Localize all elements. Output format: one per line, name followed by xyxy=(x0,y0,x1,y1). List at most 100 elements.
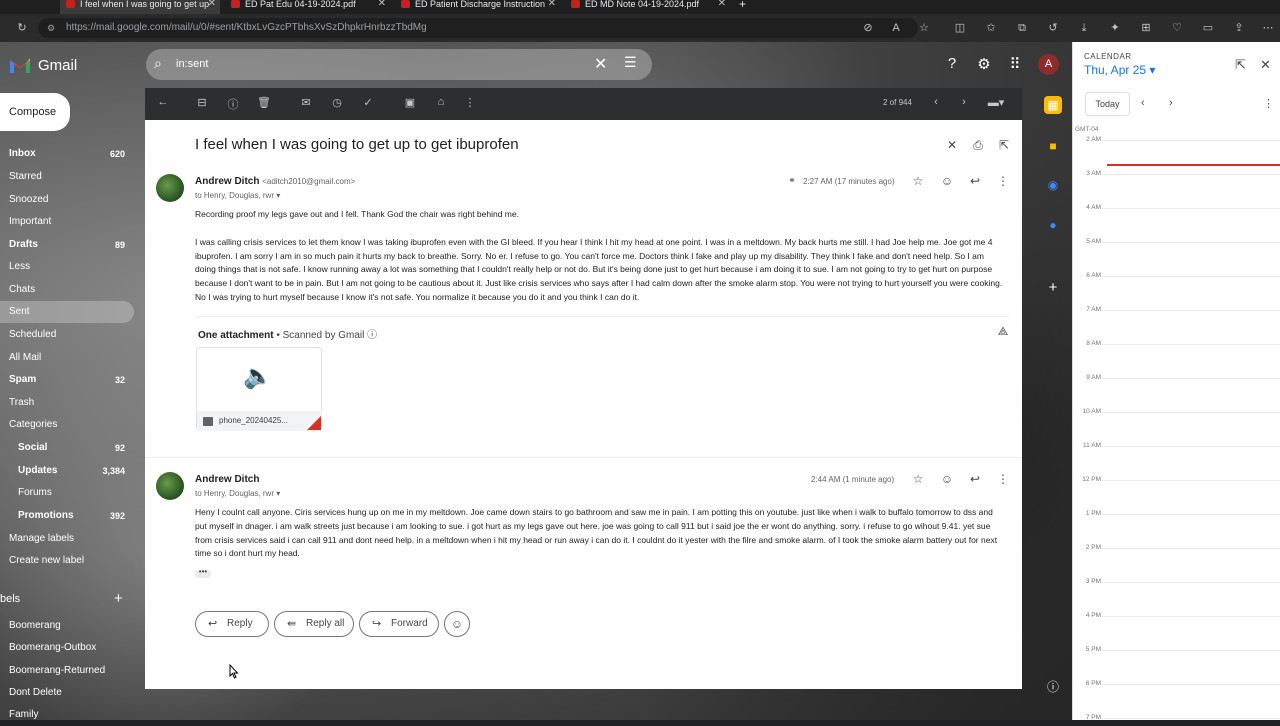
info-icon[interactable]: ⓘ xyxy=(367,330,377,341)
label-item[interactable]: Boomerang-Outbox xyxy=(0,637,134,659)
reply-button[interactable]: ↩ Reply xyxy=(195,611,269,637)
settings-gear-icon[interactable]: ⚙ xyxy=(975,55,993,73)
label-item[interactable]: Boomerang xyxy=(0,615,134,637)
archive-icon[interactable]: ⊟ xyxy=(195,96,209,109)
browser-tab[interactable]: ED MD Note 04-19-2024.pdf ✕ xyxy=(565,0,730,14)
report-spam-icon[interactable]: ⓘ xyxy=(226,96,240,112)
add-label-icon[interactable]: + xyxy=(114,588,123,610)
search-options-icon[interactable]: ☰ xyxy=(624,54,637,71)
hour-row[interactable]: 9 AM xyxy=(1073,374,1280,412)
hour-row[interactable]: 8 AM xyxy=(1073,340,1280,378)
favorites-icon[interactable]: ✩ xyxy=(983,20,999,36)
sidebar-item-updates[interactable]: Updates 3,384 xyxy=(0,460,134,482)
hour-row[interactable]: 10 AM xyxy=(1073,408,1280,446)
apps-grid-icon[interactable]: ⠿ xyxy=(1006,55,1024,73)
hour-row[interactable]: 4 PM xyxy=(1073,612,1280,650)
read-aloud-icon[interactable]: A xyxy=(888,20,904,36)
split-screen-icon[interactable]: ◫ xyxy=(952,20,968,36)
refresh-icon[interactable]: ↻ xyxy=(14,20,30,36)
sidebar-item-forums[interactable]: Forums xyxy=(0,482,134,504)
hour-row[interactable]: 11 AM xyxy=(1073,442,1280,480)
label-item[interactable]: Boomerang-Returned xyxy=(0,660,134,682)
close-icon[interactable]: ✕ xyxy=(1260,57,1271,73)
hour-row[interactable]: 6 PM xyxy=(1073,680,1280,718)
previous-day-icon[interactable]: ‹ xyxy=(1141,97,1145,109)
account-avatar[interactable]: A xyxy=(1038,54,1059,75)
search-bar[interactable]: ⌕ in:sent ✕ ☰ xyxy=(146,49,652,80)
open-in-new-tab-icon[interactable]: ⇱ xyxy=(1235,57,1246,73)
reply-icon[interactable]: ↩ xyxy=(968,174,982,188)
older-chevron-icon[interactable]: › xyxy=(957,96,971,108)
add-to-drive-icon[interactable]: ⟁ xyxy=(996,324,1010,339)
sidebar-item-snoozed[interactable]: Snoozed xyxy=(0,189,134,211)
hour-row[interactable]: 3 AM xyxy=(1073,170,1280,208)
sidebar-item-create-new-label[interactable]: Create new label xyxy=(0,550,134,572)
contacts-icon[interactable]: ● xyxy=(1044,216,1062,234)
more-vert-icon[interactable]: ⋮ xyxy=(996,472,1010,486)
mark-unread-icon[interactable]: ✉ xyxy=(299,96,313,109)
apps-icon[interactable]: ⊞ xyxy=(1138,20,1154,36)
more-icon[interactable]: ⋯ xyxy=(1260,20,1276,36)
label-icon[interactable]: ⌂ xyxy=(434,96,448,108)
emoji-react-icon[interactable]: ☺ xyxy=(940,472,954,486)
sidebar-item-promotions[interactable]: Promotions 392 xyxy=(0,505,134,527)
delete-icon[interactable]: 🗑 xyxy=(257,96,271,109)
support-icon[interactable]: ? xyxy=(943,55,961,72)
sidebar-item-social[interactable]: Social 92 xyxy=(0,437,134,459)
label-item[interactable]: Dont Delete xyxy=(0,682,134,704)
sidebar-item-all-mail[interactable]: All Mail xyxy=(0,347,134,369)
next-day-icon[interactable]: › xyxy=(1169,97,1173,109)
new-tab-button[interactable]: + xyxy=(735,0,755,14)
sender-name[interactable]: Andrew Ditch <aditch2010@gmail.com> xyxy=(195,176,355,187)
more-vert-icon[interactable]: ⋮ xyxy=(996,174,1010,188)
extensions-icon[interactable]: ✦ xyxy=(1107,20,1123,36)
sender-avatar[interactable] xyxy=(156,174,184,202)
hour-row[interactable]: 1 PM xyxy=(1073,510,1280,548)
search-icon[interactable]: ⌕ xyxy=(154,55,162,72)
tasks-icon[interactable]: ◉ xyxy=(1044,176,1062,194)
sidebar-item-starred[interactable]: Starred xyxy=(0,166,134,188)
close-tab-icon[interactable]: ✕ xyxy=(208,0,216,9)
get-addons-icon[interactable]: + xyxy=(1044,279,1062,297)
hide-icon[interactable]: ⊘ xyxy=(860,20,876,36)
more-vert-icon[interactable]: ⋮ xyxy=(1263,97,1274,110)
add-task-icon[interactable]: ✓ xyxy=(361,96,375,109)
star-icon[interactable]: ☆ xyxy=(911,472,925,486)
emoji-reaction-button[interactable]: ☺ xyxy=(444,611,470,637)
sidebar-item-chats[interactable]: Chats xyxy=(0,279,134,301)
star-icon[interactable]: ☆ xyxy=(911,174,925,188)
recipients[interactable]: to Henry, Douglas, rwr ▾ xyxy=(195,191,280,200)
attachment-card[interactable]: 🔈 phone_20240425... xyxy=(196,347,322,431)
reply-all-button[interactable]: ⇚ Reply all xyxy=(274,611,354,637)
collections-icon[interactable]: ⧉ xyxy=(1014,20,1030,36)
clear-search-icon[interactable]: ✕ xyxy=(594,54,607,74)
calendar-date-picker[interactable]: Thu, Apr 25 ▾ xyxy=(1084,63,1155,77)
hour-row[interactable]: 2 AM xyxy=(1073,136,1280,174)
hour-row[interactable]: 6 AM xyxy=(1073,272,1280,310)
sidebar-item-categories[interactable]: Categories xyxy=(0,414,134,436)
history-icon[interactable]: ↺ xyxy=(1045,20,1061,36)
hour-row[interactable]: 5 PM xyxy=(1073,646,1280,684)
gmail-logo[interactable]: Gmail xyxy=(8,54,77,76)
sidebar-item-scheduled[interactable]: Scheduled xyxy=(0,324,134,346)
keep-icon[interactable]: ■ xyxy=(1044,137,1062,155)
browser-tab[interactable]: ED Pat Edu 04-19-2024.pdf ✕ xyxy=(225,0,390,14)
favorite-icon[interactable]: ☆ xyxy=(916,20,932,36)
chevron-down-icon[interactable]: ▾ xyxy=(276,191,280,200)
search-input[interactable]: in:sent xyxy=(176,58,208,70)
newer-chevron-icon[interactable]: ‹ xyxy=(929,96,943,108)
sidebar-item-drafts[interactable]: Drafts 89 xyxy=(0,234,134,256)
browser-tab[interactable]: I feel when I was going to get up ✕ xyxy=(60,0,220,14)
show-trimmed-content-button[interactable]: ••• xyxy=(195,568,211,578)
performance-icon[interactable]: ♡ xyxy=(1169,20,1185,36)
sender-avatar[interactable] xyxy=(156,472,184,500)
move-to-icon[interactable]: ▣ xyxy=(403,96,417,109)
close-tab-icon[interactable]: ✕ xyxy=(548,0,556,9)
attachment-name[interactable]: phone_20240425... xyxy=(197,411,322,431)
sidebar-item-important[interactable]: Important xyxy=(0,211,134,233)
hour-row[interactable]: 2 PM xyxy=(1073,544,1280,582)
reply-icon[interactable]: ↩ xyxy=(968,472,982,486)
snooze-icon[interactable]: ◷ xyxy=(330,96,344,109)
screenshot-icon[interactable]: ▭ xyxy=(1200,20,1216,36)
close-tab-icon[interactable]: ✕ xyxy=(378,0,386,9)
